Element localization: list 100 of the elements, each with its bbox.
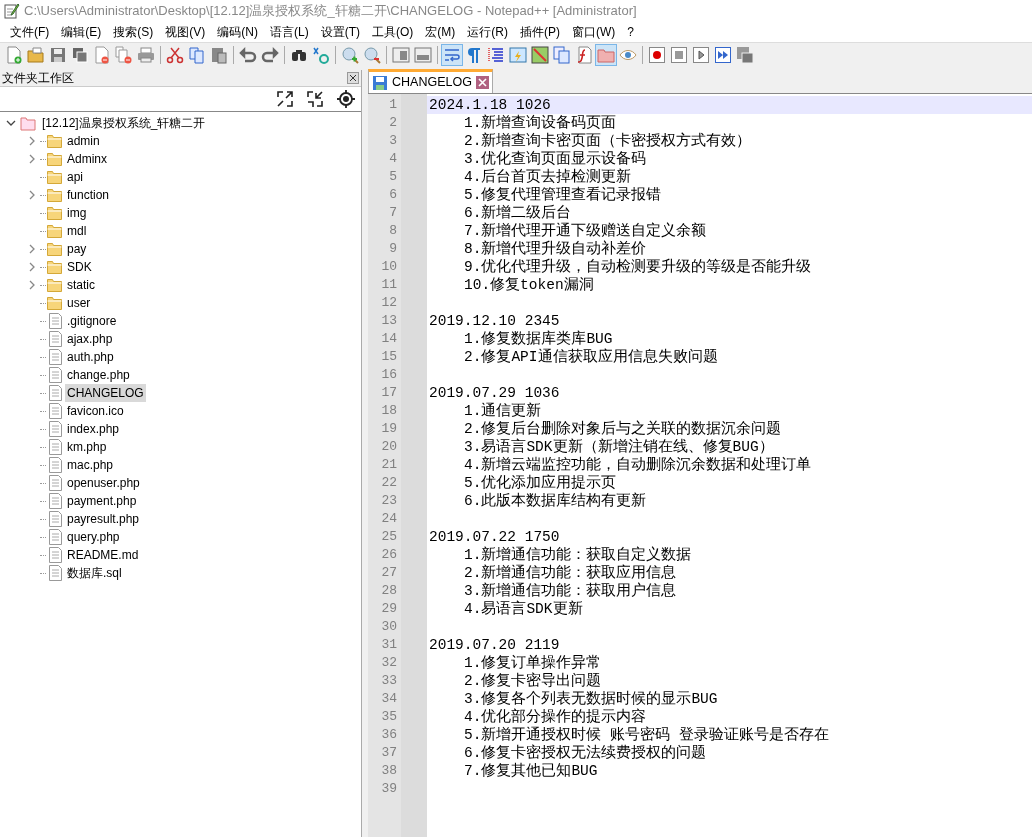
indent-guide-icon [487, 46, 505, 64]
code-line: 2.修复API通信获取应用信息失败问题 [463, 348, 718, 366]
line-number: 9 [388, 240, 398, 258]
line-number: 1 [388, 96, 398, 114]
window-title: C:\Users\Administrator\Desktop\[12.12]温泉授权系统_轩糖二开\CHANGELOG - Notepad++ [Administrator] [24, 2, 637, 21]
tree-item[interactable]: ajax.php [65, 330, 115, 348]
menu-item[interactable]: 视图(V) [159, 23, 212, 41]
menu-item[interactable]: 窗口(W) [566, 23, 622, 41]
locate-icon[interactable] [337, 90, 355, 108]
tree-item[interactable]: payresult.php [65, 510, 142, 528]
code-line: 2019.07.22 1750 [428, 528, 560, 546]
line-number: 5 [388, 168, 398, 186]
menu-item[interactable]: 设置(T) [314, 23, 366, 41]
code-line: 1.修复订单操作异常 [463, 654, 602, 672]
project-folder-icon [20, 115, 36, 131]
menu-item[interactable]: 宏(M) [419, 23, 462, 41]
menu-item[interactable]: 编辑(E) [55, 23, 108, 41]
tree-item[interactable]: 数据库.sql [65, 564, 124, 582]
copy-icon [188, 46, 206, 64]
notepad-pencil-icon [4, 3, 20, 19]
collapse-icon[interactable] [307, 91, 323, 107]
menu-item[interactable]: 编码(N) [211, 23, 264, 41]
tree-item[interactable]: auth.php [65, 348, 116, 366]
menu-item[interactable]: ? [621, 23, 640, 41]
tree-item[interactable]: SDK [65, 258, 94, 276]
tree-item[interactable]: api [65, 168, 85, 186]
tree-item[interactable]: admin [65, 132, 102, 150]
replace-icon [312, 46, 330, 64]
menu-item[interactable]: 工具(O) [366, 23, 420, 41]
fast-forward-icon [714, 46, 732, 64]
tree-item[interactable]: payment.php [65, 492, 139, 510]
chevron-down-icon[interactable] [6, 119, 16, 127]
folder-icon [47, 242, 63, 256]
sync-vertical-icon [392, 46, 410, 64]
file-tab[interactable]: CHANGELOG [368, 69, 493, 93]
close-icon[interactable] [475, 76, 489, 89]
line-number: 32 [380, 654, 398, 672]
tree-item[interactable]: CHANGELOG [65, 384, 146, 402]
folder-icon [47, 134, 63, 148]
printer-icon [137, 46, 155, 64]
tree-item[interactable]: Adminx [65, 150, 109, 168]
line-number: 11 [380, 276, 398, 294]
tree-item[interactable]: openuser.php [65, 474, 142, 492]
tree-item[interactable]: favicon.ico [65, 402, 126, 420]
line-number: 30 [380, 618, 398, 636]
file-icon [48, 439, 62, 455]
line-number: 39 [380, 780, 398, 798]
code-line: 3.易语言SDK更新（新增注销在线、修复BUG） [463, 438, 774, 456]
line-number: 3 [388, 132, 398, 150]
tree-item[interactable]: pay [65, 240, 89, 258]
document-map-icon [531, 46, 549, 64]
line-number: 28 [380, 582, 398, 600]
folder-icon [47, 296, 63, 310]
word-wrap-icon [443, 46, 461, 64]
line-number: 38 [380, 762, 398, 780]
code-line: 7.新增代理开通下级赠送自定义余额 [463, 222, 707, 240]
tree-item[interactable]: change.php [65, 366, 132, 384]
line-number: 27 [380, 564, 398, 582]
code-line: 2.修复后台删除对象后与之关联的数据沉余问题 [463, 420, 782, 438]
tree-item[interactable]: mac.php [65, 456, 116, 474]
tree-item[interactable]: static [65, 276, 97, 294]
tree-item[interactable]: km.php [65, 438, 109, 456]
tree-item[interactable]: index.php [65, 420, 122, 438]
tree-item[interactable]: function [65, 186, 112, 204]
code-line: 5.优化添加应用提示页 [463, 474, 617, 492]
code-line: 6.修复卡密授权无法续费授权的问题 [463, 744, 707, 762]
line-number: 13 [380, 312, 398, 330]
line-number: 23 [380, 492, 398, 510]
tree-item[interactable]: query.php [65, 528, 122, 546]
code-line: 4.后台首页去掉检测更新 [463, 168, 632, 186]
close-button[interactable] [347, 72, 359, 84]
menu-item[interactable]: 搜索(S) [107, 23, 160, 41]
file-icon [48, 565, 62, 581]
menu-item[interactable]: 文件(F) [4, 23, 56, 41]
expand-icon[interactable] [277, 91, 293, 107]
menu-item[interactable]: 运行(R) [461, 23, 514, 41]
line-number: 10 [380, 258, 398, 276]
tree-item[interactable]: img [65, 204, 89, 222]
file-icon [48, 547, 62, 563]
tree-item[interactable]: user [65, 294, 93, 312]
line-number: 29 [380, 600, 398, 618]
line-number: 4 [388, 150, 398, 168]
tree-item[interactable]: README.md [65, 546, 141, 564]
tree-item[interactable]: mdl [65, 222, 89, 240]
menu-item[interactable]: 插件(P) [514, 23, 566, 41]
menu-item[interactable]: 语言(L) [264, 23, 315, 41]
line-number: 8 [388, 222, 398, 240]
line-number: 36 [380, 726, 398, 744]
chevron-right-icon[interactable] [28, 190, 36, 200]
file-icon [48, 313, 62, 329]
tree-item[interactable]: .gitignore [65, 312, 119, 330]
new-file-icon [5, 46, 23, 64]
tree-item[interactable]: [12.12]温泉授权系统_轩糖二开 [40, 114, 206, 132]
file-icon [48, 511, 62, 527]
file-icon [48, 457, 62, 473]
code-line: 6.新增二级后台 [463, 204, 572, 222]
close-all-icon [115, 46, 133, 64]
code-line: 2.新增查询卡密页面（卡密授权方式有效） [463, 132, 752, 150]
code-line: 1.新增查询设备码页面 [463, 114, 617, 132]
function-list-icon [575, 46, 593, 64]
